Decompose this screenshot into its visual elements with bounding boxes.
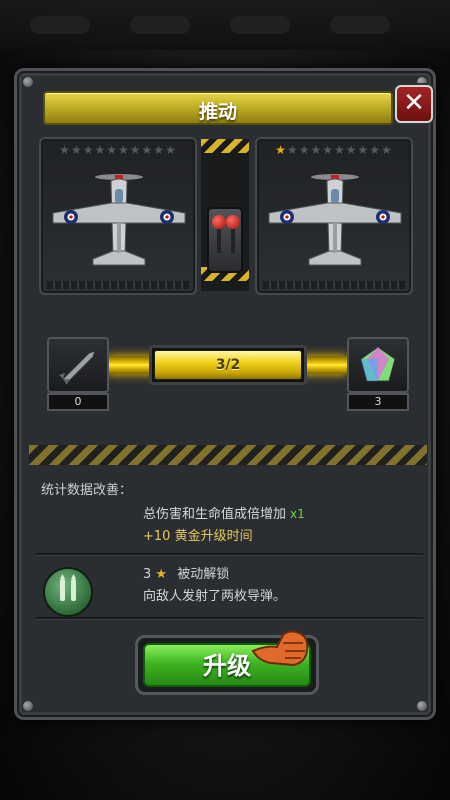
star-icon: ★	[345, 143, 358, 157]
star-icon: ★	[334, 143, 346, 157]
star-icon: ★	[118, 143, 130, 157]
star-icon: ★	[165, 143, 177, 157]
star-icon: ★	[155, 567, 168, 582]
upgrade-dialog: 推动 ✕ ★★★★★★★★★★ ★★★★★★★★★★ 0 3/2 3 统计数据改…	[14, 68, 436, 720]
rivet	[23, 77, 33, 87]
rivet	[23, 701, 33, 711]
progress-label: 3/2	[215, 357, 241, 373]
skill-star-level: 3	[143, 567, 152, 582]
stat-text: 总伤害和生命值成倍增加	[143, 507, 287, 522]
progress-bar: 3/2	[149, 345, 307, 385]
hazard-stripe	[201, 139, 249, 153]
current-plane-card: ★★★★★★★★★★	[39, 137, 197, 295]
current-star-rating: ★★★★★★★★★★	[41, 143, 195, 157]
lever-stem	[231, 227, 235, 253]
hud-resource	[230, 16, 290, 34]
lever-stem	[217, 227, 221, 253]
star-icon: ★	[94, 143, 107, 157]
stat-line-gold: +10 黄金升级时间	[143, 529, 253, 544]
skill-unlock-label: 被动解锁	[177, 567, 230, 582]
hud-resource	[330, 16, 390, 34]
hud-resource	[130, 16, 190, 34]
star-icon: ★	[153, 143, 166, 157]
pointer-hand-icon	[251, 630, 309, 667]
close-button[interactable]: ✕	[395, 85, 433, 123]
star-icon: ★	[275, 143, 287, 157]
lever-knob	[212, 215, 226, 229]
top-hud	[0, 0, 450, 50]
plane-icon	[268, 174, 402, 266]
star-icon: ★	[381, 143, 393, 157]
star-icon: ★	[322, 143, 334, 157]
gem-count: 3	[347, 393, 409, 411]
card-foot	[263, 281, 405, 289]
star-icon: ★	[70, 143, 83, 157]
star-icon: ★	[82, 143, 95, 157]
card-foot	[47, 281, 189, 289]
lever-knob	[226, 215, 240, 229]
next-plane-card: ★★★★★★★★★★	[255, 137, 413, 295]
title-bar: 推动	[43, 91, 393, 125]
missile-count: 0	[47, 393, 109, 411]
star-icon: ★	[106, 143, 118, 157]
stat-line-damage: 总伤害和生命值成倍增加 x1	[143, 503, 305, 522]
missile-pair-icon	[60, 574, 76, 601]
divider	[35, 617, 423, 619]
skill-missile-icon	[43, 567, 93, 617]
stats-header: 统计数据改善：	[41, 483, 133, 498]
gem-icon	[360, 346, 396, 382]
close-icon: ✕	[403, 88, 425, 118]
skill-description: 向敌人发射了两枚导弹。	[143, 589, 287, 604]
star-icon: ★	[59, 143, 71, 157]
dialog-title: 推动	[198, 101, 237, 123]
hud-resource	[30, 16, 90, 34]
plane-icon	[52, 174, 186, 266]
hazard-divider	[29, 445, 427, 465]
star-icon: ★	[298, 143, 311, 157]
star-icon: ★	[310, 143, 323, 157]
missile-item-box	[47, 337, 109, 393]
divider	[35, 553, 423, 555]
star-icon: ★	[357, 143, 370, 157]
star-icon: ★	[129, 143, 142, 157]
gem-item-box	[347, 337, 409, 393]
skill-unlock-row: 3 ★ 被动解锁	[143, 563, 229, 582]
star-icon: ★	[286, 143, 299, 157]
stat-multiplier: x1	[290, 507, 305, 521]
star-icon: ★	[141, 143, 154, 157]
missile-icon	[59, 350, 96, 385]
next-star-rating: ★★★★★★★★★★	[257, 143, 411, 157]
rivet	[417, 701, 427, 711]
lever-panel	[207, 207, 243, 273]
center-strip	[201, 139, 249, 291]
star-icon: ★	[369, 143, 382, 157]
